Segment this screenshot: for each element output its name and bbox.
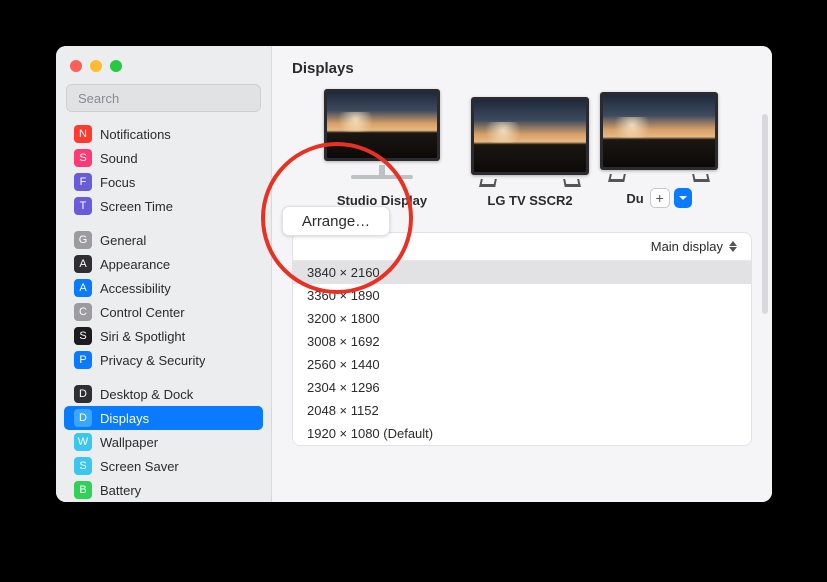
displays-icon: D xyxy=(74,409,92,427)
sidebar-item-screen-saver[interactable]: S Screen Saver xyxy=(64,454,263,478)
minimize-window-button[interactable] xyxy=(90,60,102,72)
control-center-icon: C xyxy=(74,303,92,321)
sidebar-item-accessibility[interactable]: A Accessibility xyxy=(64,276,263,300)
resolution-option[interactable]: 2304 × 1296 xyxy=(293,376,751,399)
display-role-label: Main display xyxy=(651,239,723,254)
close-window-button[interactable] xyxy=(70,60,82,72)
sidebar-item-battery[interactable]: B Battery xyxy=(64,478,263,502)
sidebar-item-notifications[interactable]: N Notifications xyxy=(64,122,263,146)
wallpaper-icon: W xyxy=(74,433,92,451)
focus-icon: F xyxy=(74,173,92,191)
appearance-icon: A xyxy=(74,255,92,273)
resolution-option[interactable]: 3200 × 1800 xyxy=(293,307,751,330)
sidebar-item-wallpaper[interactable]: W Wallpaper xyxy=(64,430,263,454)
tv-feet-icon xyxy=(609,174,709,182)
search-icon xyxy=(73,91,74,105)
display-thumbnail[interactable]: Studio Display xyxy=(318,89,446,208)
sidebar-item-label: Siri & Spotlight xyxy=(100,329,185,344)
sidebar-item-desktop-dock[interactable]: D Desktop & Dock xyxy=(64,382,263,406)
general-icon: G xyxy=(74,231,92,249)
siri-spotlight-icon: S xyxy=(74,327,92,345)
accessibility-icon: A xyxy=(74,279,92,297)
sidebar-item-control-center[interactable]: C Control Center xyxy=(64,300,263,324)
sidebar-item-appearance[interactable]: A Appearance xyxy=(64,252,263,276)
resolution-option[interactable]: 3840 × 2160 xyxy=(293,261,751,284)
sidebar-list[interactable]: N Notifications S Sound F Focus T Screen Time GG… xyxy=(56,122,271,502)
zoom-window-button[interactable] xyxy=(110,60,122,72)
sidebar-item-focus[interactable]: F Focus xyxy=(64,170,263,194)
sidebar-item-label: General xyxy=(100,233,146,248)
desktop-dock-icon: D xyxy=(74,385,92,403)
sidebar-item-label: Screen Time xyxy=(100,199,173,214)
monitor-icon xyxy=(600,92,718,170)
sidebar-item-label: Wallpaper xyxy=(100,435,158,450)
arrange-button[interactable]: Arrange… xyxy=(282,206,390,236)
search-input[interactable] xyxy=(78,91,254,106)
sidebar-item-label: Battery xyxy=(100,483,141,498)
sidebar-item-screen-time[interactable]: T Screen Time xyxy=(64,194,263,218)
resolution-option[interactable]: 1920 × 1080 (Default) xyxy=(293,422,751,445)
sidebar-item-label: Accessibility xyxy=(100,281,171,296)
settings-panel: Main display 3840 × 21603360 × 18903200 … xyxy=(292,232,752,446)
sidebar-item-label: Screen Saver xyxy=(100,459,179,474)
monitor-stand-icon xyxy=(351,165,413,187)
page-title: Displays xyxy=(272,46,772,89)
display-name-label: Du xyxy=(626,191,643,206)
sidebar-item-displays[interactable]: D Displays xyxy=(64,406,263,430)
resolution-option[interactable]: 2560 × 1440 xyxy=(293,353,751,376)
sidebar-item-label: Displays xyxy=(100,411,149,426)
sidebar-item-label: Control Center xyxy=(100,305,185,320)
sidebar: N Notifications S Sound F Focus T Screen Time GG… xyxy=(56,46,272,502)
privacy-security-icon: P xyxy=(74,351,92,369)
notifications-icon: N xyxy=(74,125,92,143)
sidebar-item-label: Focus xyxy=(100,175,135,190)
search-container xyxy=(56,84,271,122)
system-settings-window: N Notifications S Sound F Focus T Screen Time GG… xyxy=(56,46,772,502)
display-selector-row: Studio Display LG TV SSCR2 Du + xyxy=(272,89,772,216)
resolution-option[interactable]: 2048 × 1152 xyxy=(293,399,751,422)
resolution-option[interactable]: 3360 × 1890 xyxy=(293,284,751,307)
monitor-icon xyxy=(324,89,440,161)
sidebar-item-label: Sound xyxy=(100,151,138,166)
battery-icon: B xyxy=(74,481,92,499)
sound-icon: S xyxy=(74,149,92,167)
display-name-label: LG TV SSCR2 xyxy=(487,193,572,208)
sidebar-item-label: Appearance xyxy=(100,257,170,272)
sidebar-item-sound[interactable]: S Sound xyxy=(64,146,263,170)
sidebar-item-label: Notifications xyxy=(100,127,171,142)
display-role-selector[interactable]: Main display xyxy=(293,233,751,260)
tv-feet-icon xyxy=(480,179,580,187)
screen-time-icon: T xyxy=(74,197,92,215)
updown-icon xyxy=(727,241,739,252)
search-field[interactable] xyxy=(66,84,261,112)
add-display-dropdown[interactable] xyxy=(674,188,692,208)
window-controls xyxy=(56,58,271,84)
resolution-list[interactable]: 3840 × 21603360 × 18903200 × 18003008 × … xyxy=(293,260,751,445)
main-content: Displays Studio Display LG TV SSCR2 Du + Ma… xyxy=(272,46,772,502)
monitor-icon xyxy=(471,97,589,175)
sidebar-item-general[interactable]: G General xyxy=(64,228,263,252)
display-thumbnail[interactable]: Du + xyxy=(614,92,704,208)
display-thumbnail[interactable]: LG TV SSCR2 xyxy=(466,97,594,208)
screen-saver-icon: S xyxy=(74,457,92,475)
sidebar-item-siri-spotlight[interactable]: S Siri & Spotlight xyxy=(64,324,263,348)
sidebar-item-privacy-security[interactable]: P Privacy & Security xyxy=(64,348,263,372)
add-display-button[interactable]: + xyxy=(650,188,670,208)
sidebar-item-label: Privacy & Security xyxy=(100,353,205,368)
resolution-option[interactable]: 3008 × 1692 xyxy=(293,330,751,353)
sidebar-item-label: Desktop & Dock xyxy=(100,387,193,402)
scrollbar[interactable] xyxy=(762,114,768,314)
